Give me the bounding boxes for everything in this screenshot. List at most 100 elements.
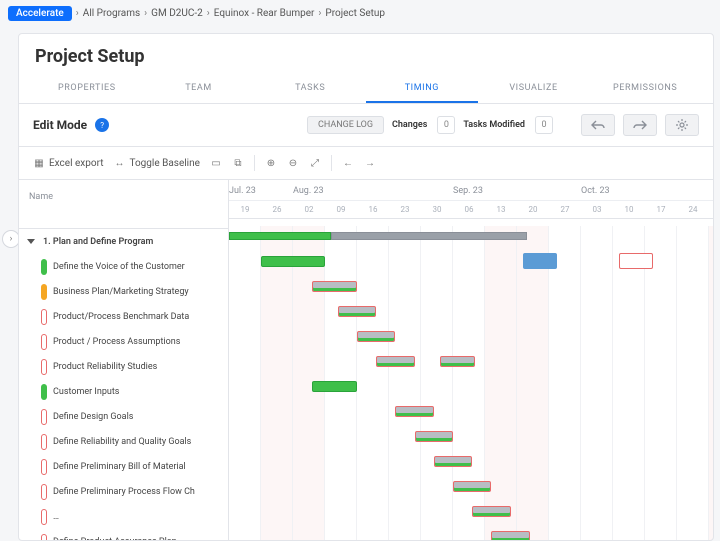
day-label: 10 bbox=[613, 201, 645, 218]
undo-button[interactable] bbox=[581, 114, 615, 136]
day-label: 01 bbox=[709, 201, 713, 218]
zoom-in-icon[interactable]: ⊕ bbox=[265, 157, 277, 169]
task-row[interactable]: Define Reliability and Quality Goals bbox=[19, 429, 228, 454]
baseline-icon: ↔ bbox=[113, 157, 125, 169]
task-label: Customer Inputs bbox=[53, 387, 119, 397]
task-row[interactable]: Customer Inputs bbox=[19, 379, 228, 404]
task-row[interactable]: Define Preliminary Process Flow Ch bbox=[19, 479, 228, 504]
go-prev-icon[interactable]: ← bbox=[342, 157, 354, 169]
day-label: 30 bbox=[421, 201, 453, 218]
info-icon[interactable]: ? bbox=[95, 118, 109, 132]
gantt-bar[interactable] bbox=[440, 356, 475, 367]
gantt-bar[interactable] bbox=[261, 256, 325, 267]
status-pill bbox=[41, 259, 47, 275]
timeline[interactable]: Jul. 23Aug. 23Sep. 23Oct. 23 19260209162… bbox=[229, 180, 713, 540]
day-label: 06 bbox=[453, 201, 485, 218]
change-log-button[interactable]: CHANGE LOG bbox=[307, 116, 384, 134]
day-label: 13 bbox=[485, 201, 517, 218]
changes-label: Changes bbox=[392, 120, 427, 130]
collapse-icon[interactable] bbox=[27, 239, 35, 244]
day-label: 17 bbox=[645, 201, 677, 218]
excel-icon: ▦ bbox=[33, 157, 45, 169]
task-row[interactable]: Business Plan/Marketing Strategy bbox=[19, 279, 228, 304]
gear-icon bbox=[676, 119, 688, 131]
task-row[interactable]: Product Reliability Studies bbox=[19, 354, 228, 379]
task-label: 1. Plan and Define Program bbox=[43, 237, 153, 247]
tab-timing[interactable]: TIMING bbox=[366, 75, 478, 103]
gantt-toolbar: ▦ Excel export ↔ Toggle Baseline ▭ ⧉ ⊕ ⊖… bbox=[19, 147, 713, 180]
day-label: 23 bbox=[389, 201, 421, 218]
breadcrumb-item[interactable]: Equinox - Rear Bumper bbox=[214, 8, 315, 19]
gantt-bar[interactable] bbox=[453, 481, 491, 492]
status-pill bbox=[41, 534, 47, 541]
breadcrumb-root[interactable]: Accelerate bbox=[8, 6, 72, 21]
milestone-marker[interactable] bbox=[523, 253, 557, 269]
milestone-marker-outline[interactable] bbox=[619, 253, 653, 269]
task-label: … bbox=[53, 512, 59, 522]
gantt-bar[interactable] bbox=[357, 331, 395, 342]
task-row[interactable]: Product / Process Assumptions bbox=[19, 329, 228, 354]
day-label: 16 bbox=[357, 201, 389, 218]
day-label: 19 bbox=[229, 201, 261, 218]
fit-icon[interactable]: ⤢ bbox=[309, 157, 321, 169]
task-row-parent[interactable]: 1. Plan and Define Program bbox=[19, 229, 228, 254]
breadcrumb-item[interactable]: GM D2UC-2 bbox=[151, 8, 203, 19]
gantt-bar[interactable] bbox=[312, 381, 357, 392]
status-pill bbox=[41, 509, 47, 525]
gantt-bar[interactable] bbox=[472, 506, 510, 517]
excel-export-button[interactable]: ▦ Excel export bbox=[33, 157, 103, 169]
chevron-right-icon: › bbox=[76, 8, 79, 19]
task-label: Product Reliability Studies bbox=[53, 362, 157, 372]
zoom-out-icon[interactable]: ⊖ bbox=[287, 157, 299, 169]
gantt-bar[interactable] bbox=[395, 406, 433, 417]
day-label: 26 bbox=[261, 201, 293, 218]
gantt-bar[interactable] bbox=[491, 531, 529, 540]
chevron-right-icon: › bbox=[207, 8, 210, 19]
task-label: Define the Voice of the Customer bbox=[53, 262, 185, 272]
tab-permissions[interactable]: PERMISSIONS bbox=[589, 75, 701, 103]
status-pill bbox=[41, 384, 47, 400]
excel-export-label: Excel export bbox=[49, 158, 103, 169]
tab-properties[interactable]: PROPERTIES bbox=[31, 75, 143, 103]
task-row[interactable]: Define Design Goals bbox=[19, 404, 228, 429]
toggle-baseline-button[interactable]: ↔ Toggle Baseline bbox=[113, 157, 199, 169]
breadcrumb-item[interactable]: All Programs bbox=[83, 8, 140, 19]
day-label: 27 bbox=[549, 201, 581, 218]
gantt-bar[interactable] bbox=[338, 306, 376, 317]
copy-icon[interactable]: ⧉ bbox=[232, 157, 244, 169]
task-row[interactable]: Define the Voice of the Customer bbox=[19, 254, 228, 279]
task-row[interactable]: Define Preliminary Bill of Material bbox=[19, 454, 228, 479]
tab-team[interactable]: TEAM bbox=[143, 75, 255, 103]
gantt-bars bbox=[229, 226, 713, 540]
tab-visualize[interactable]: VISUALIZE bbox=[478, 75, 590, 103]
gantt-bar[interactable] bbox=[415, 431, 453, 442]
chevron-right-icon: › bbox=[318, 8, 321, 19]
tab-tasks[interactable]: TASKS bbox=[254, 75, 366, 103]
task-row[interactable]: … bbox=[19, 504, 228, 529]
settings-button[interactable] bbox=[665, 114, 699, 136]
go-next-icon[interactable]: → bbox=[364, 157, 376, 169]
task-row[interactable]: Product/Process Benchmark Data bbox=[19, 304, 228, 329]
summary-bar-remaining[interactable] bbox=[331, 232, 526, 240]
redo-icon bbox=[633, 120, 647, 130]
gantt-bar[interactable] bbox=[434, 456, 472, 467]
summary-bar-complete[interactable] bbox=[229, 232, 331, 240]
breadcrumb-item[interactable]: Project Setup bbox=[325, 8, 385, 19]
page-title: Project Setup bbox=[19, 34, 713, 75]
status-pill bbox=[41, 484, 47, 500]
undo-icon bbox=[591, 120, 605, 130]
gantt-bar[interactable] bbox=[312, 281, 357, 292]
gantt-bar[interactable] bbox=[376, 356, 414, 367]
month-label: Jul. 23 bbox=[229, 180, 293, 200]
task-label: Define Design Goals bbox=[53, 412, 133, 422]
calendar-icon[interactable]: ▭ bbox=[210, 157, 222, 169]
task-name-column: Name 1. Plan and Define ProgramDefine th… bbox=[19, 180, 229, 540]
status-pill bbox=[41, 409, 47, 425]
day-label: 02 bbox=[293, 201, 325, 218]
gantt-area: Name 1. Plan and Define ProgramDefine th… bbox=[19, 180, 713, 540]
task-label: Define Reliability and Quality Goals bbox=[53, 437, 191, 447]
separator bbox=[254, 155, 255, 171]
breadcrumb: Accelerate › All Programs › GM D2UC-2 › … bbox=[0, 0, 720, 27]
redo-button[interactable] bbox=[623, 114, 657, 136]
chevron-right-icon: › bbox=[144, 8, 147, 19]
